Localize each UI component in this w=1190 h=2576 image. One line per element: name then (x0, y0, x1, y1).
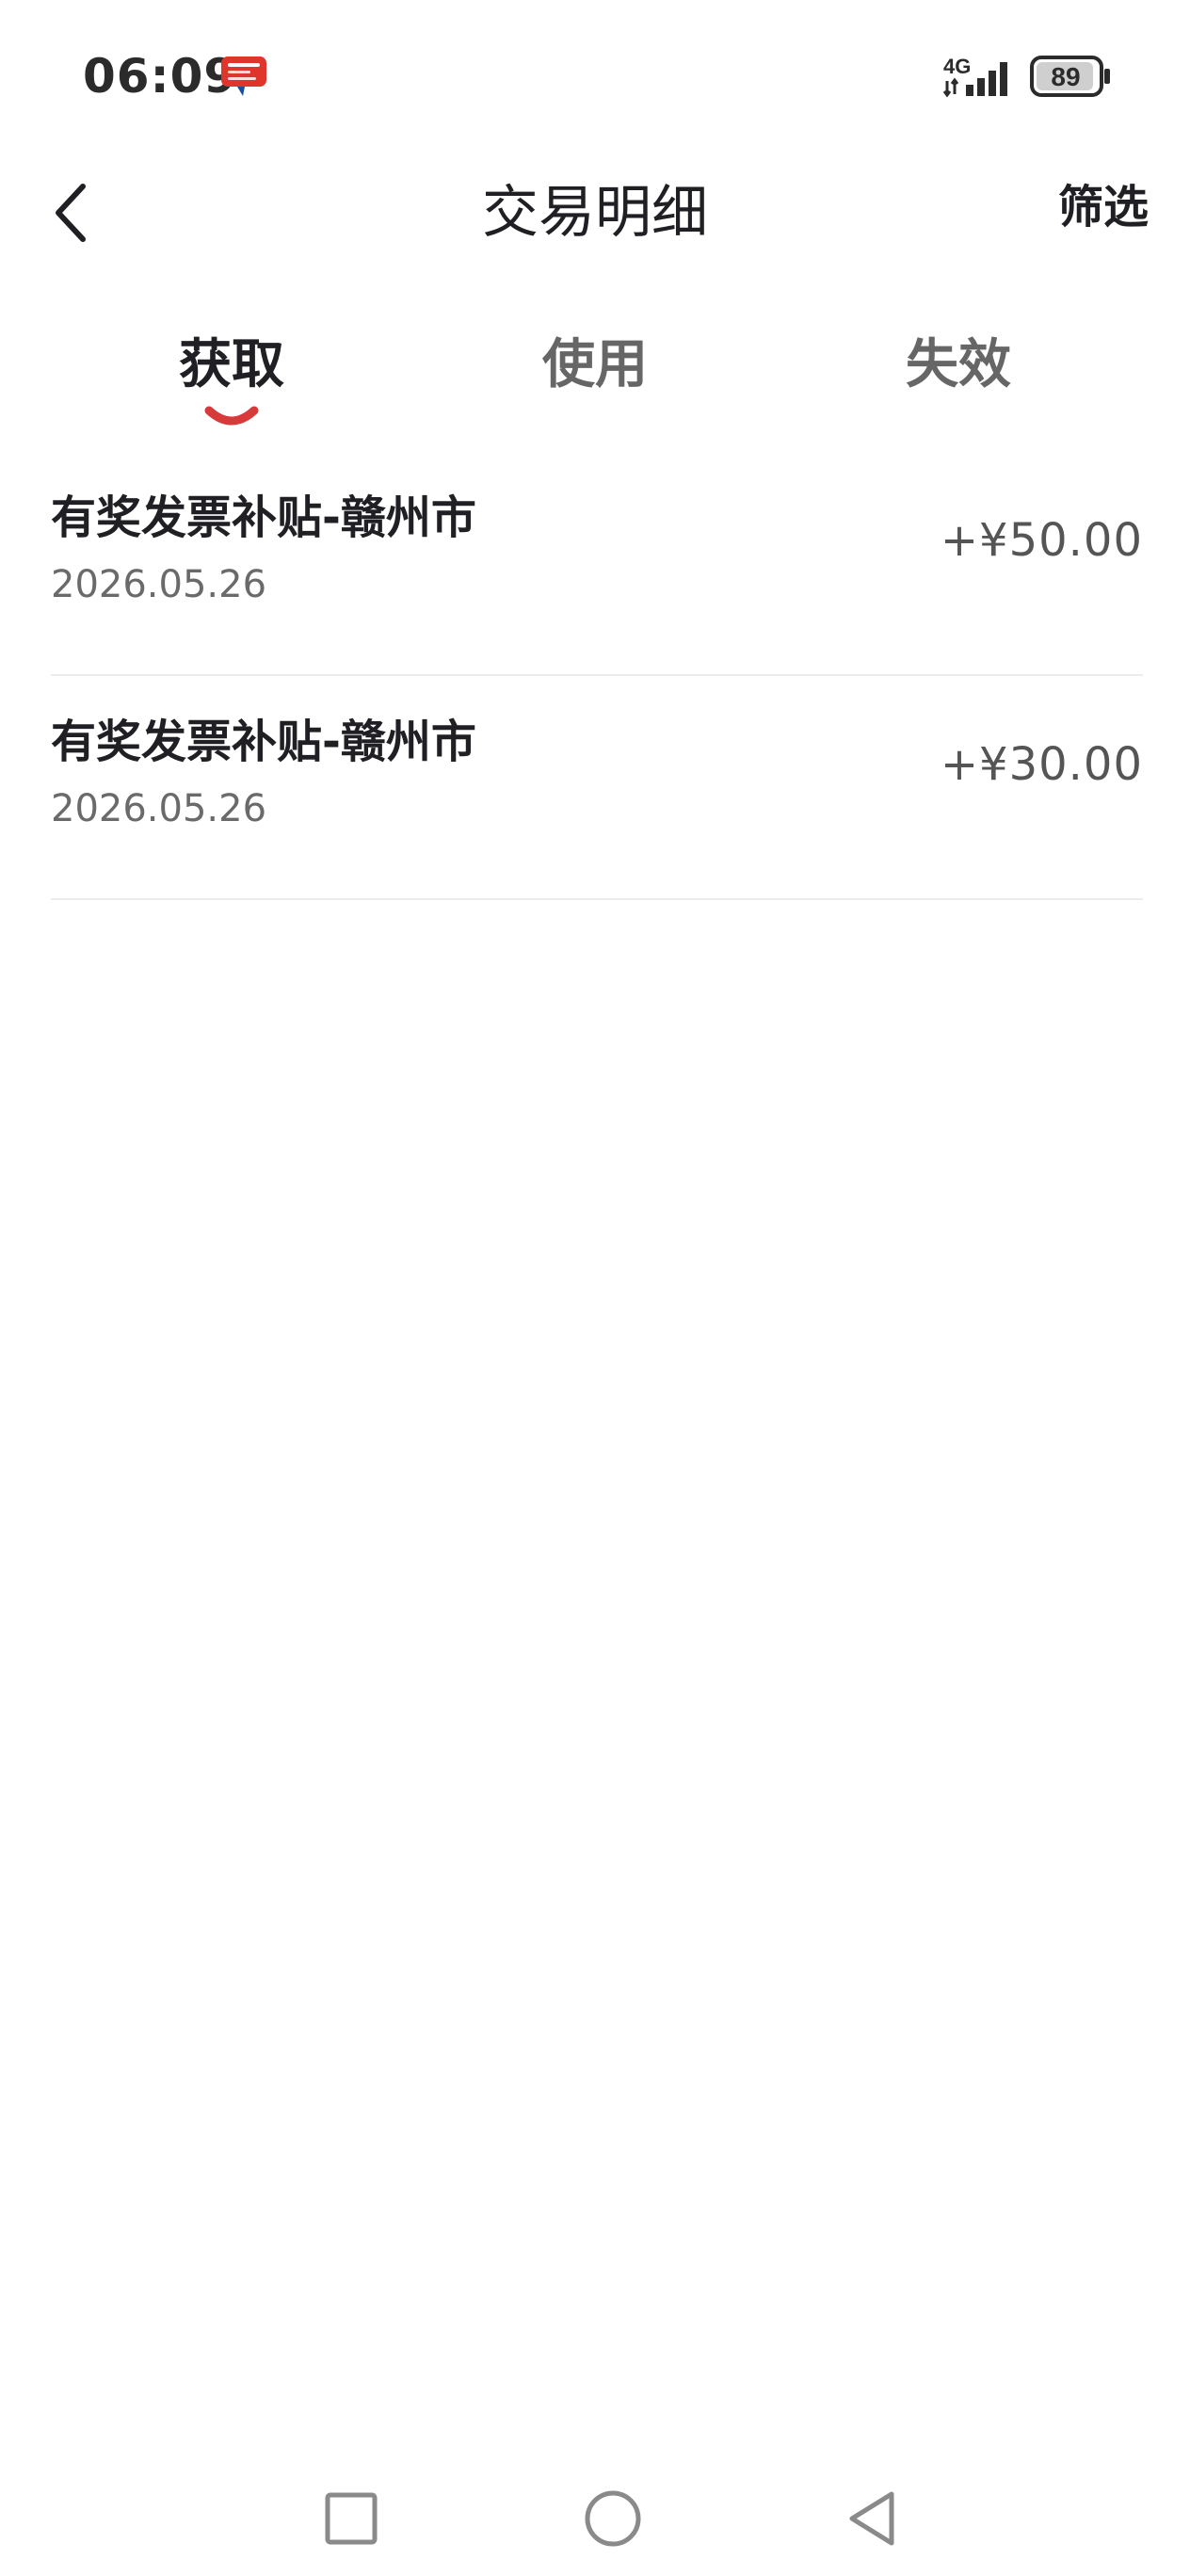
tab-label: 获取 (179, 334, 284, 395)
transaction-title: 有奖发票补贴-赣州市 (51, 491, 476, 544)
active-tab-indicator (204, 406, 259, 426)
transaction-row[interactable]: 有奖发票补贴-赣州市 2026.05.26 +¥30.00 (51, 676, 1143, 900)
triangle-back-icon (849, 2491, 894, 2546)
network-label: 4G (943, 55, 971, 78)
status-bar: 06:09 4G 89 (0, 0, 1190, 151)
tab-label: 使用 (542, 334, 648, 395)
transaction-amount: +¥30.00 (940, 738, 1143, 791)
transaction-amount: +¥50.00 (940, 514, 1143, 567)
nav-back-button[interactable] (830, 2476, 915, 2561)
tab-use[interactable]: 使用 (473, 320, 717, 443)
tab-expired[interactable]: 失效 (836, 320, 1081, 443)
page-title: 交易明细 (482, 180, 708, 246)
home-button[interactable] (571, 2476, 655, 2561)
transaction-list: 有奖发票补贴-赣州市 2026.05.26 +¥50.00 有奖发票补贴-赣州市… (51, 452, 1143, 900)
tab-acquire[interactable]: 获取 (109, 320, 354, 443)
circle-icon (585, 2490, 641, 2547)
battery-level: 89 (1051, 62, 1080, 91)
transaction-title: 有奖发票补贴-赣州市 (51, 716, 476, 768)
transaction-date: 2026.05.26 (51, 787, 267, 830)
chevron-left-icon (56, 184, 86, 242)
battery-icon: 89 (1030, 56, 1110, 97)
back-button[interactable] (40, 175, 100, 250)
cloud-pay-badge-icon (221, 56, 266, 96)
tab-bar: 获取 使用 失效 (0, 320, 1190, 443)
filter-button[interactable]: 筛选 (998, 169, 1149, 245)
transaction-date: 2026.05.26 (51, 563, 267, 606)
recents-button[interactable] (309, 2476, 394, 2561)
status-time: 06:09 (83, 49, 238, 104)
transaction-row[interactable]: 有奖发票补贴-赣州市 2026.05.26 +¥50.00 (51, 452, 1143, 676)
square-icon (325, 2492, 378, 2545)
signal-4g-icon: 4G (942, 55, 1007, 98)
tab-label: 失效 (906, 334, 1011, 395)
system-nav-bar (0, 2467, 1190, 2576)
